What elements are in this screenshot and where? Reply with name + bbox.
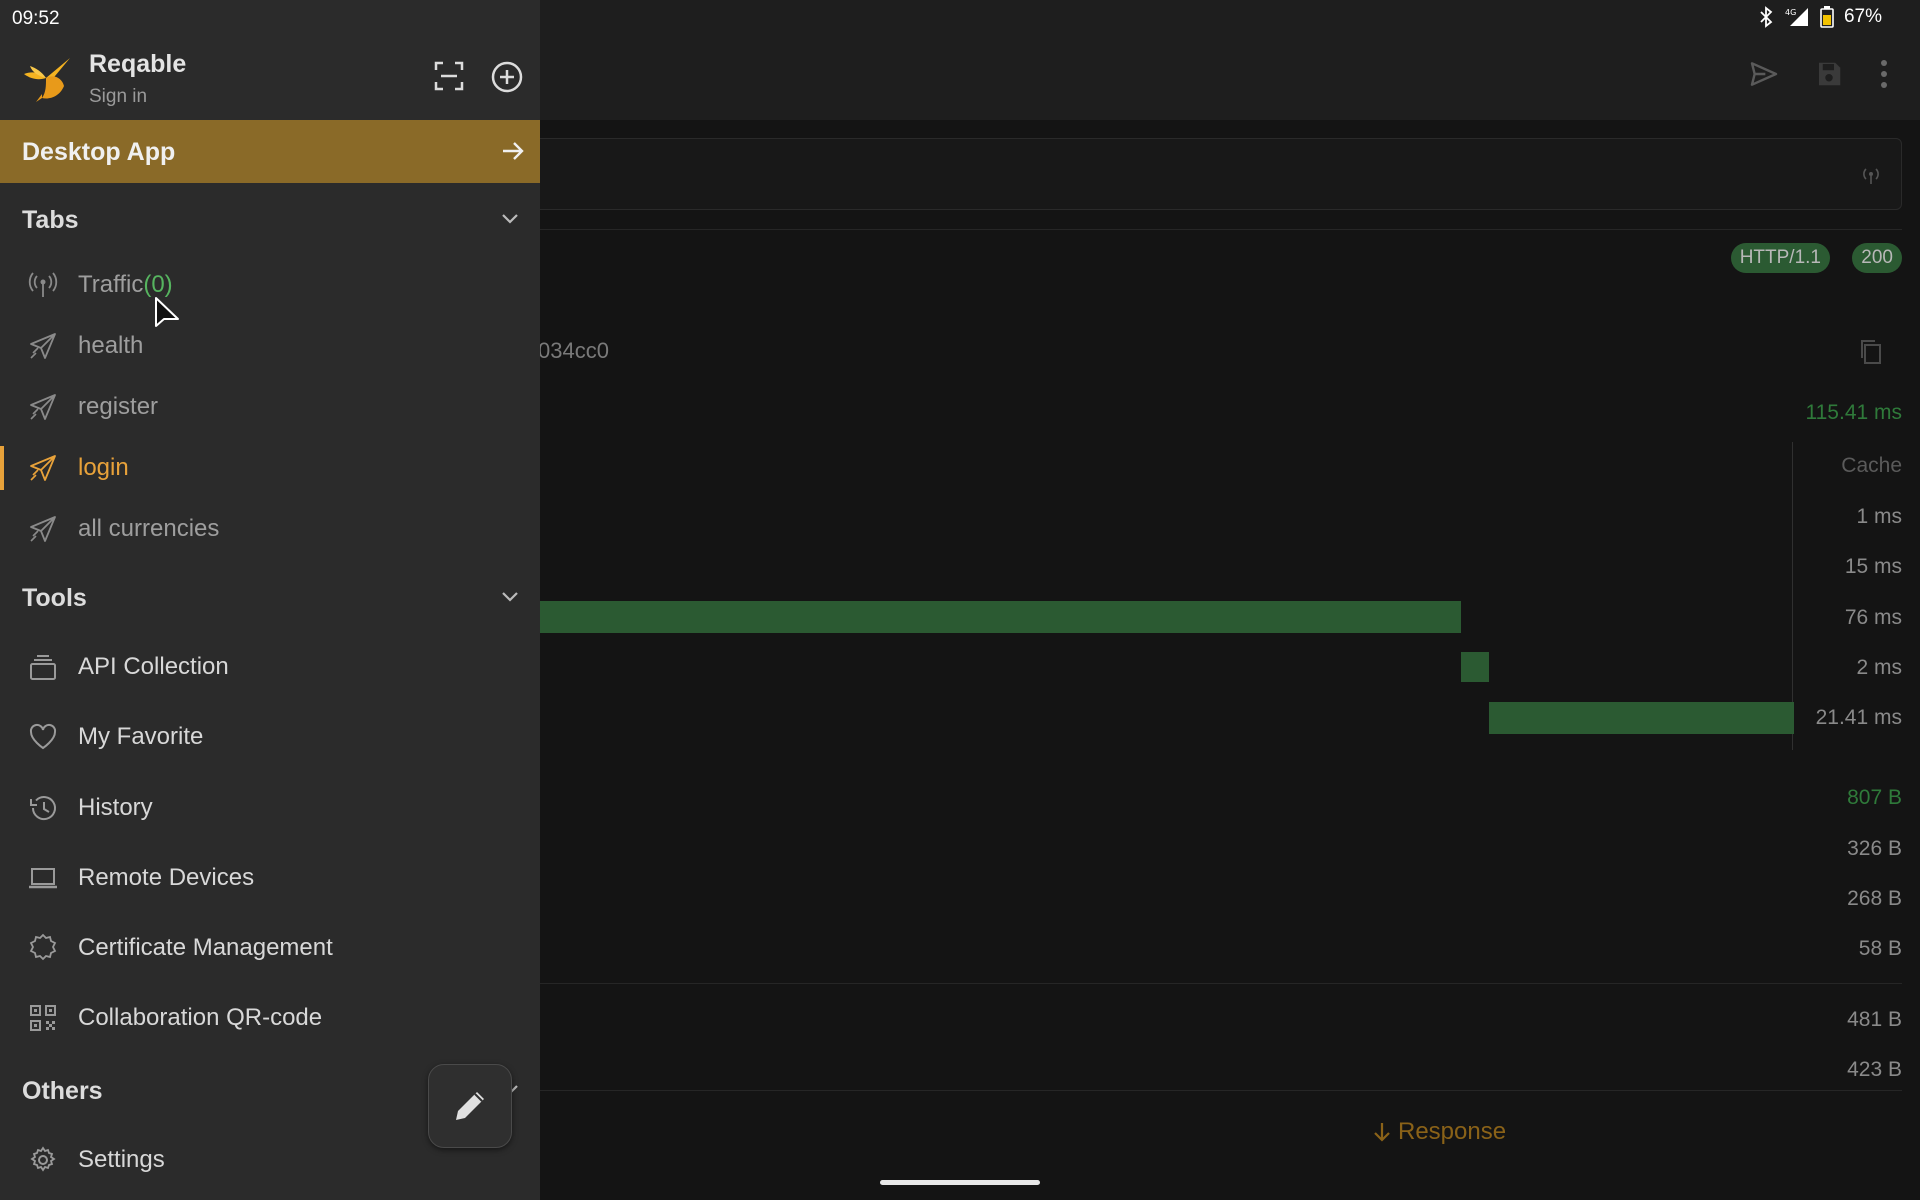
- drawer-header: Reqable Sign in: [0, 36, 540, 120]
- size-value: 326 B: [1847, 837, 1902, 860]
- send-icon: [28, 453, 58, 483]
- tool-item-certificate-management[interactable]: Certificate Management: [0, 920, 540, 976]
- request-id-text: 034cc0: [538, 338, 609, 363]
- status-bar: 09:52 4G 67%: [0, 0, 1920, 36]
- divider: [540, 983, 1902, 984]
- response-tab-label: Response: [1398, 1118, 1507, 1145]
- traffic-label: Traffic: [78, 271, 144, 298]
- active-indicator: [0, 446, 4, 490]
- status-icons: 4G 67%: [1758, 6, 1882, 28]
- history-icon: [28, 793, 58, 823]
- timing-label: 21.41 ms: [1815, 706, 1902, 729]
- tool-item-api-collection[interactable]: API Collection: [0, 639, 540, 695]
- tool-item-label: Remote Devices: [78, 864, 255, 891]
- size-value: 423 B: [1847, 1058, 1902, 1081]
- tool-item-label: My Favorite: [78, 723, 204, 750]
- response-tab[interactable]: Response: [1372, 1118, 1506, 1146]
- tool-item-remote-devices[interactable]: Remote Devices: [0, 850, 540, 906]
- save-button[interactable]: [1814, 59, 1844, 89]
- certificate-icon: [28, 933, 58, 963]
- edit-fab-button[interactable]: [428, 1064, 512, 1148]
- traffic-count: (0): [143, 271, 173, 298]
- tab-item-label: register: [78, 393, 159, 420]
- total-time: 115.41 ms: [1805, 401, 1903, 424]
- arrow-down-icon: [1374, 1123, 1390, 1142]
- chevron-down-icon[interactable]: [498, 584, 522, 613]
- send-icon: [28, 514, 58, 544]
- timing-label-cache: Cache: [1841, 454, 1902, 477]
- tool-item-history[interactable]: History: [0, 780, 540, 836]
- antenna-icon: [28, 270, 58, 300]
- tool-item-label: Collaboration QR-code: [78, 1004, 323, 1031]
- others-section-title[interactable]: Others: [22, 1077, 103, 1106]
- heart-icon: [28, 722, 58, 752]
- sign-in-link[interactable]: Sign in: [89, 86, 147, 108]
- arrow-right-icon: [500, 138, 526, 169]
- tab-item-register[interactable]: register: [0, 379, 540, 435]
- chevron-down-icon[interactable]: [498, 206, 522, 235]
- timing-label: 1 ms: [1856, 505, 1902, 528]
- add-button[interactable]: [490, 60, 524, 99]
- cellular-signal-icon: 4G: [1785, 8, 1808, 26]
- battery-percent: 67%: [1843, 6, 1882, 27]
- size-value: 268 B: [1847, 887, 1902, 910]
- timing-bar: [1489, 702, 1794, 734]
- protocol-chip: HTTP/1.1: [1730, 243, 1830, 273]
- timing-label: 2 ms: [1856, 656, 1902, 679]
- tab-item-label: Traffic(0): [78, 271, 173, 299]
- laptop-icon: [28, 863, 58, 893]
- tool-item-label: Certificate Management: [78, 934, 333, 961]
- send-button[interactable]: [1748, 58, 1780, 90]
- tool-item-label: API Collection: [78, 653, 229, 680]
- pencil-icon: [456, 1092, 484, 1120]
- size-value: 481 B: [1847, 1008, 1902, 1031]
- size-total: 807 B: [1847, 786, 1902, 809]
- send-icon: [28, 392, 58, 422]
- signal-icon: [1859, 163, 1883, 190]
- tab-item-login[interactable]: login: [0, 440, 540, 496]
- tab-item-traffic[interactable]: Traffic(0): [0, 257, 540, 313]
- tab-item-label: health: [78, 332, 144, 359]
- timing-bar: [1461, 652, 1489, 682]
- tab-item-label: all currencies: [78, 515, 220, 542]
- send-icon: [28, 331, 58, 361]
- battery-icon: [1820, 6, 1834, 28]
- bluetooth-icon: [1760, 6, 1773, 28]
- scan-icon: [434, 61, 464, 91]
- add-circle-icon: [491, 61, 523, 93]
- timing-label: 76 ms: [1844, 606, 1902, 629]
- qr-code-icon: [28, 1003, 58, 1033]
- size-value: 58 B: [1858, 937, 1902, 960]
- desktop-app-label: Desktop App: [22, 138, 176, 166]
- tab-item-all-currencies[interactable]: all currencies: [0, 501, 540, 557]
- status-code-chip: 200: [1852, 243, 1902, 273]
- stack-icon: [28, 652, 58, 682]
- timing-label: 15 ms: [1844, 555, 1902, 578]
- divider: [540, 229, 1902, 230]
- home-indicator[interactable]: [880, 1180, 1040, 1185]
- mouse-cursor: [154, 296, 182, 335]
- tool-item-my-favorite[interactable]: My Favorite: [0, 709, 540, 765]
- navigation-drawer: Reqable Sign in Desktop App Tabs Traffic…: [0, 0, 540, 1200]
- clock: 09:52: [12, 8, 60, 29]
- svg-text:4G: 4G: [1785, 8, 1796, 17]
- desktop-app-banner[interactable]: Desktop App: [0, 120, 540, 183]
- others-item-label: Settings: [78, 1146, 165, 1173]
- tool-item-label: History: [78, 794, 153, 821]
- tab-item-label: login: [78, 454, 129, 481]
- app-bar-actions: [1748, 58, 1890, 90]
- app-name: Reqable: [89, 50, 187, 78]
- more-options-button[interactable]: [1878, 58, 1890, 90]
- copy-icon[interactable]: [1858, 338, 1884, 371]
- scan-button[interactable]: [433, 60, 465, 97]
- url-bar[interactable]: [520, 138, 1902, 210]
- timing-bar: [540, 601, 1461, 633]
- gear-icon: [28, 1145, 58, 1175]
- app-logo: [20, 52, 72, 109]
- tool-item-collaboration-qr-code[interactable]: Collaboration QR-code: [0, 990, 540, 1046]
- tab-item-health[interactable]: health: [0, 318, 540, 374]
- tools-section-title[interactable]: Tools: [22, 584, 87, 613]
- divider: [540, 1090, 1902, 1091]
- tabs-section-title[interactable]: Tabs: [22, 206, 79, 235]
